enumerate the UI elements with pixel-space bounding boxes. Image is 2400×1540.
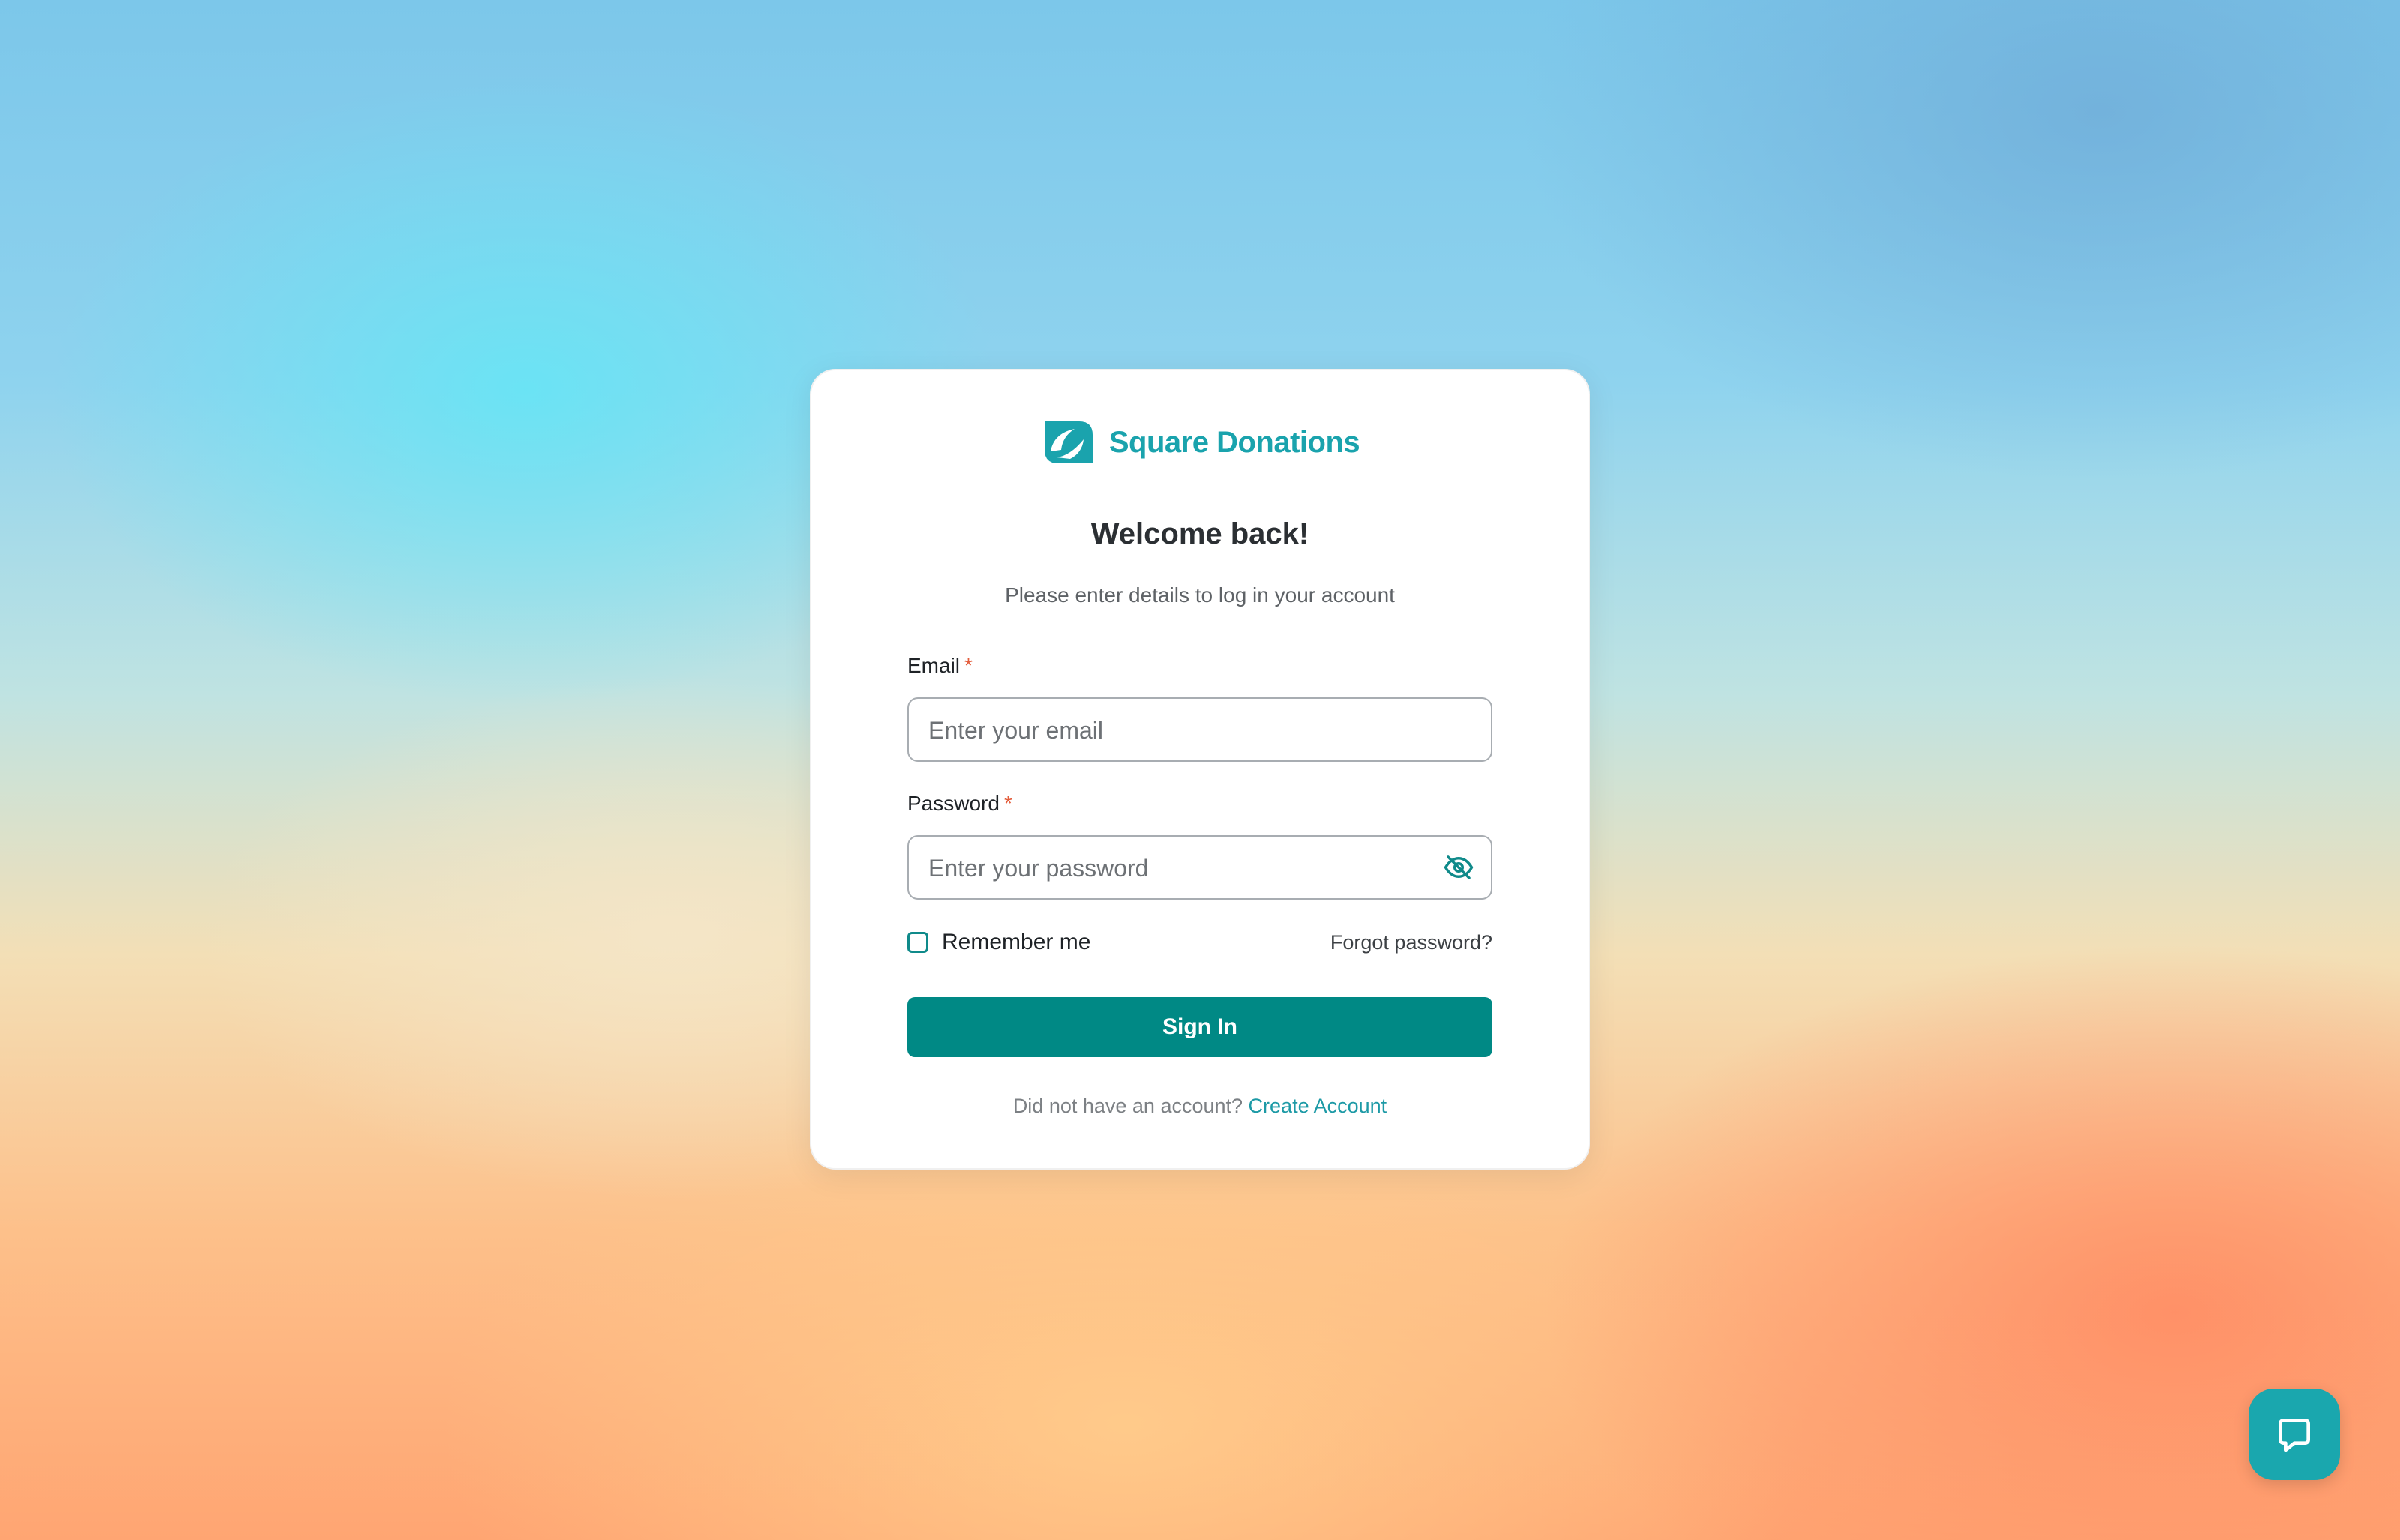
required-mark: * [964,654,973,677]
help-chat-button[interactable] [2248,1389,2340,1480]
login-card: Square Donations Welcome back! Please en… [810,369,1590,1170]
create-account-prompt: Did not have an account? Create Account [812,1095,1588,1118]
page-subtitle: Please enter details to log in your acco… [1005,583,1395,607]
leaf-swirl-logo-icon [1044,421,1093,463]
password-field-wrapper [908,835,1492,900]
brand-name: Square Donations [1108,425,1360,459]
password-field[interactable] [927,837,1440,900]
remember-me-checkbox[interactable] [908,932,928,953]
remember-me[interactable]: Remember me [908,930,1090,955]
eye-off-icon[interactable] [1443,852,1474,883]
email-field[interactable] [927,699,1440,762]
brand-logo: Square Donations [812,417,1588,468]
remember-me-label: Remember me [942,930,1091,954]
no-account-text: Did not have an account? [1012,1095,1244,1117]
password-label: Password * [908,792,1012,816]
required-mark: * [1004,792,1012,815]
chat-bubble-icon [2278,1419,2310,1452]
page-title: Welcome back! [1090,517,1310,550]
create-account-link[interactable]: Create Account [1249,1095,1388,1117]
sign-in-button[interactable]: Sign In [908,997,1492,1057]
forgot-password-link[interactable]: Forgot password? [1330,931,1492,954]
email-field-wrapper [908,697,1492,762]
email-label-text: Email [908,654,961,677]
email-label: Email * [908,654,973,678]
password-label-text: Password [908,792,1000,815]
